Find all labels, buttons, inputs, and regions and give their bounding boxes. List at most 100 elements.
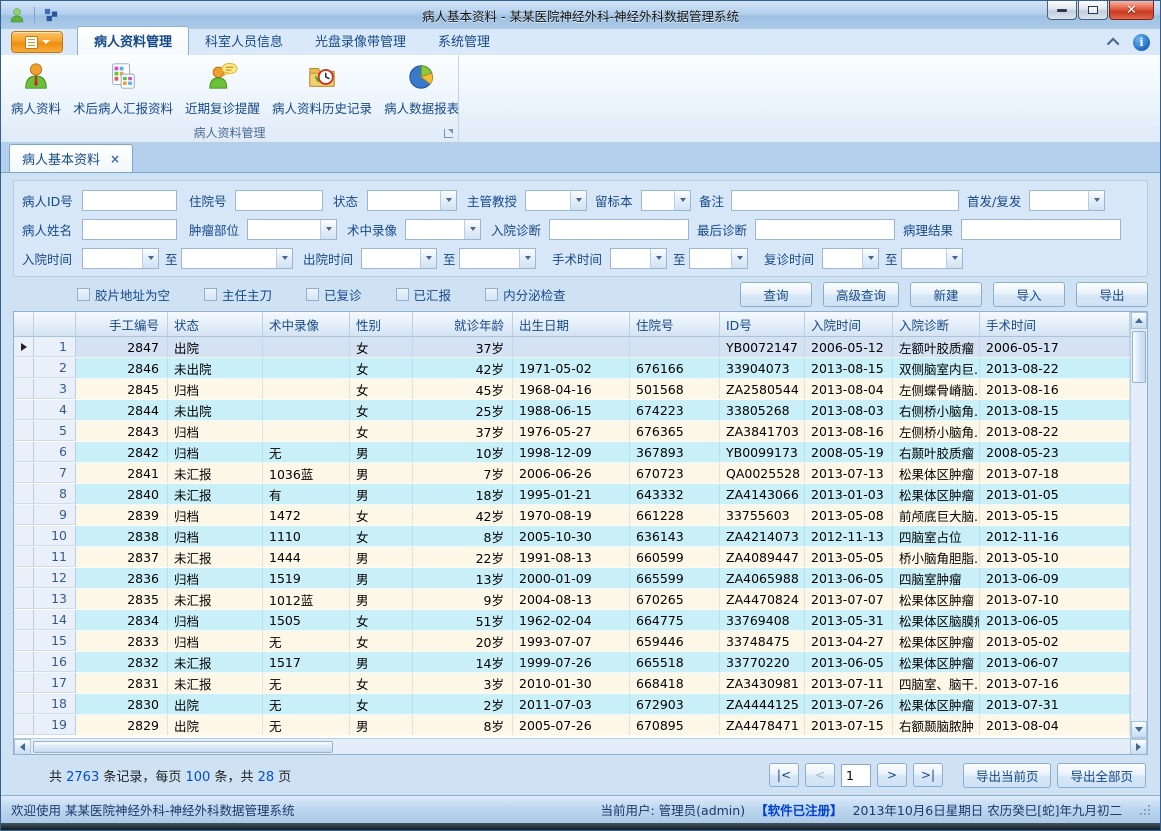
filter-combo-手术时间[interactable] (610, 248, 667, 269)
close-button[interactable]: ✕ (1109, 1, 1154, 20)
filter-input-病人姓名[interactable] (82, 219, 177, 240)
filter-input-病理结果[interactable] (961, 219, 1121, 240)
action-button-高级查询[interactable]: 高级查询 (823, 282, 899, 307)
vertical-scrollbar-thumb[interactable] (1132, 331, 1146, 383)
column-header-出生日期[interactable]: 出生日期 (513, 312, 630, 336)
horizontal-scrollbar-thumb[interactable] (33, 741, 333, 753)
minimize-button[interactable] (1047, 1, 1077, 20)
last-page-button[interactable]: >| (913, 763, 943, 787)
combo-dropdown-icon[interactable] (276, 249, 292, 268)
filter-combo-至[interactable] (459, 248, 536, 269)
ribbon-button-2[interactable]: 术后病人汇报资料 (67, 58, 179, 120)
ribbon-tab-4[interactable]: 系统管理 (422, 27, 506, 55)
filter-combo-状态[interactable] (367, 190, 457, 211)
next-page-button[interactable]: > (877, 763, 907, 787)
document-tab[interactable]: 病人基本资料 × (9, 144, 133, 172)
column-header-手工编号[interactable]: 手工编号 (76, 312, 168, 336)
table-row[interactable]: 32845归档女45岁1968-04-16501568ZA25805442013… (14, 379, 1130, 400)
column-header-入院时间[interactable]: 入院时间 (805, 312, 893, 336)
checkbox-主任主刀[interactable]: 主任主刀 (204, 285, 272, 304)
horizontal-scrollbar[interactable] (14, 738, 1147, 754)
filter-combo-至[interactable] (181, 248, 293, 269)
checkbox-内分泌检查[interactable]: 内分泌检查 (485, 285, 566, 304)
combo-dropdown-icon[interactable] (862, 249, 878, 268)
filter-combo-出院时间[interactable] (361, 248, 437, 269)
table-row[interactable]: 62842归档无男10岁1998-12-09367893YB0099173200… (14, 442, 1130, 463)
column-header-住院号[interactable]: 住院号 (630, 312, 720, 336)
vertical-scrollbar[interactable] (1130, 312, 1147, 738)
filter-combo-首发/复发[interactable] (1029, 190, 1105, 211)
combo-dropdown-icon[interactable] (519, 249, 535, 268)
dialog-launcher-icon[interactable] (444, 129, 453, 138)
table-row[interactable]: 52843归档女37岁1976-05-27676365ZA38417032013… (14, 421, 1130, 442)
ribbon-button-1[interactable]: 病人资料 (5, 58, 67, 120)
filter-combo-术中录像[interactable] (405, 219, 481, 240)
tab-close-icon[interactable]: × (110, 152, 120, 166)
table-row[interactable]: 72841未汇报1036蓝男7岁2006-06-26670723QA002552… (14, 463, 1130, 484)
table-row[interactable]: 102838归档1110女8岁2005-10-30636143ZA4214073… (14, 526, 1130, 547)
combo-dropdown-icon[interactable] (420, 249, 436, 268)
ribbon-button-4[interactable]: 病人资料历史记录 (266, 58, 378, 120)
ribbon-tab-1[interactable]: 病人资料管理 (77, 26, 189, 55)
column-header-就诊年龄[interactable]: 就诊年龄 (413, 312, 513, 336)
table-row[interactable]: 162832未汇报1517男14岁1999-07-266655183377022… (14, 652, 1130, 673)
ribbon-button-3[interactable]: 近期复诊提醒 (179, 58, 266, 120)
table-row[interactable]: 132835未汇报1012蓝男9岁2004-08-13670265ZA44708… (14, 589, 1130, 610)
filter-combo-至[interactable] (689, 248, 748, 269)
column-header-入院诊断[interactable]: 入院诊断 (893, 312, 980, 336)
column-header-ID号[interactable]: ID号 (720, 312, 805, 336)
filter-combo-入院时间[interactable] (82, 248, 159, 269)
ribbon-button-5[interactable]: 病人数据报表 (378, 58, 465, 120)
table-row[interactable]: 82840未汇报有男18岁1995-01-21643332ZA414306620… (14, 484, 1130, 505)
combo-dropdown-icon[interactable] (570, 191, 586, 210)
action-button-查询[interactable]: 查询 (740, 282, 812, 307)
filter-combo-留标本[interactable] (641, 190, 691, 211)
maximize-button[interactable] (1078, 1, 1108, 20)
column-header-性别[interactable]: 性别 (350, 312, 413, 336)
filter-input-最后诊断[interactable] (755, 219, 895, 240)
filter-combo-主管教授[interactable] (525, 190, 587, 211)
quick-access-grid-icon[interactable] (44, 8, 58, 22)
combo-dropdown-icon[interactable] (946, 249, 962, 268)
filter-input-备注[interactable] (731, 190, 959, 211)
resize-grip-icon[interactable] (1140, 805, 1150, 815)
combo-dropdown-icon[interactable] (142, 249, 158, 268)
table-row[interactable]: 42844未出院女25岁1988-06-15674223338052682013… (14, 400, 1130, 421)
filter-input-住院号[interactable] (235, 190, 323, 211)
filter-input-入院诊断[interactable] (549, 219, 689, 240)
table-row[interactable]: 192829出院无男8岁2005-07-26670895ZA4478471201… (14, 715, 1130, 736)
column-header-状态[interactable]: 状态 (168, 312, 263, 336)
table-row[interactable]: 92839归档1472女42岁1970-08-19661228337556032… (14, 505, 1130, 526)
table-row[interactable]: 172831未汇报无女3岁2010-01-30668418ZA343098120… (14, 673, 1130, 694)
combo-dropdown-icon[interactable] (440, 191, 456, 210)
filter-input-病人ID号[interactable] (82, 190, 177, 211)
scroll-right-icon[interactable] (1130, 739, 1147, 755)
combo-dropdown-icon[interactable] (464, 220, 480, 239)
ribbon-tab-3[interactable]: 光盘录像带管理 (299, 27, 422, 55)
combo-dropdown-icon[interactable] (674, 191, 690, 210)
scroll-down-icon[interactable] (1131, 721, 1147, 738)
table-row[interactable]: 22846未出院女42岁1971-05-02676166339040732013… (14, 358, 1130, 379)
table-row[interactable]: 182830出院无女2岁2011-07-03672903ZA4444125201… (14, 694, 1130, 715)
registration-status-link[interactable]: 【软件已注册】 (755, 800, 843, 819)
collapse-ribbon-icon[interactable] (1107, 38, 1120, 51)
filter-combo-至[interactable] (901, 248, 963, 269)
checkbox-胶片地址为空[interactable]: 胶片地址为空 (77, 285, 170, 304)
table-row[interactable]: 142834归档1505女51岁1962-02-0466477533769408… (14, 610, 1130, 631)
combo-dropdown-icon[interactable] (650, 249, 666, 268)
scroll-up-icon[interactable] (1131, 312, 1147, 329)
scroll-left-icon[interactable] (14, 739, 31, 755)
checkbox-已复诊[interactable]: 已复诊 (306, 285, 362, 304)
action-button-新建[interactable]: 新建 (910, 282, 982, 307)
combo-dropdown-icon[interactable] (320, 220, 336, 239)
filter-combo-肿瘤部位[interactable] (247, 219, 337, 240)
ribbon-tab-2[interactable]: 科室人员信息 (189, 27, 299, 55)
table-row[interactable]: 152833归档无女20岁1993-07-0765944633748475201… (14, 631, 1130, 652)
export-all-pages-button[interactable]: 导出全部页 (1057, 763, 1146, 788)
column-header-术中录像[interactable]: 术中录像 (263, 312, 350, 336)
action-button-导入[interactable]: 导入 (993, 282, 1065, 307)
page-number-input[interactable] (841, 764, 871, 787)
export-current-page-button[interactable]: 导出当前页 (963, 763, 1052, 788)
combo-dropdown-icon[interactable] (731, 249, 747, 268)
previous-page-button[interactable]: < (805, 763, 835, 787)
